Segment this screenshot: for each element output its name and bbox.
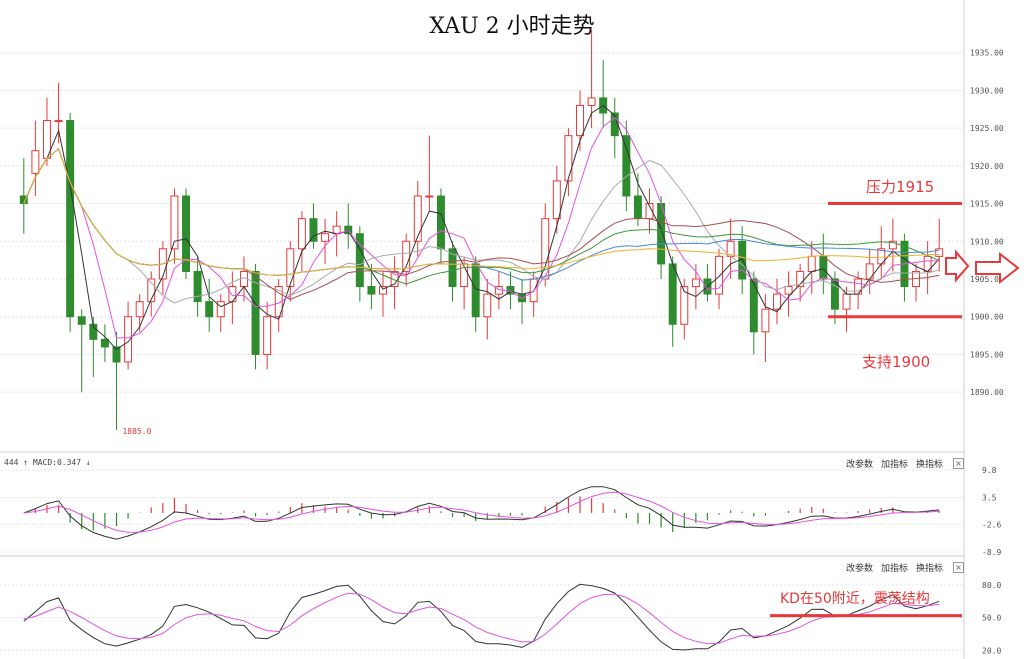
candle-body — [935, 248, 944, 257]
candle-body — [842, 293, 851, 310]
candle-body — [425, 195, 434, 198]
candle-body — [367, 286, 376, 295]
macd-btn-add[interactable]: 加指标 — [881, 457, 908, 470]
candle-body — [865, 263, 874, 280]
price-axis: 1935.00 1930.00 1925.00 1920.00 1915.00 1910.… — [970, 49, 1004, 398]
candle-body — [807, 255, 816, 272]
candle-body — [854, 278, 863, 295]
candle-body — [761, 308, 770, 333]
chart-title: XAU 2 小时走势 — [429, 14, 595, 39]
candle-body — [622, 135, 631, 197]
macd-btn-switch[interactable]: 换指标 — [916, 457, 943, 470]
resistance-annotation: 压力1915 — [866, 178, 935, 196]
kd-btn-params[interactable]: 改参数 — [846, 561, 873, 574]
ma-lines — [23, 104, 940, 351]
grid — [0, 0, 965, 659]
candle-body — [100, 338, 109, 348]
candle-body — [77, 316, 86, 325]
candle-body — [587, 97, 596, 106]
candle-body — [633, 195, 642, 220]
macd-label: 444 ↑ MACD:0.347 ↓ — [4, 458, 91, 467]
candle-body — [263, 316, 272, 355]
kd-annotation: KD在50附近，震荡结构 — [780, 591, 930, 607]
price-tick: 1900.00 — [970, 313, 1004, 322]
candle-body — [413, 195, 422, 242]
candle-body — [228, 286, 237, 303]
candle-body — [54, 120, 63, 123]
candle-body — [297, 218, 306, 250]
candle-body — [471, 263, 480, 318]
ma-line — [23, 116, 940, 339]
arrow-right-icon — [945, 249, 970, 283]
candle-body — [518, 293, 527, 303]
macd-tick: 3.5 — [982, 494, 997, 503]
candle-body — [66, 120, 75, 318]
kd-btn-switch[interactable]: 换指标 — [916, 561, 943, 574]
support-annotation: 支持1900 — [862, 353, 931, 371]
low-label: 1885.0 — [122, 427, 151, 436]
candle-body — [819, 255, 828, 280]
price-tick: 1915.00 — [970, 200, 1004, 209]
levels — [828, 202, 1020, 319]
candle-body — [773, 293, 781, 310]
macd-tick: 9.8 — [982, 466, 997, 475]
price-tick: 1930.00 — [970, 86, 1004, 95]
ma-line — [23, 104, 940, 351]
candle-body — [552, 180, 561, 220]
candle-body — [784, 286, 793, 295]
candle-body — [564, 135, 573, 182]
price-tick: 1925.00 — [970, 124, 1004, 133]
price-tick: 1920.00 — [970, 162, 1004, 171]
macd-tick: -8.9 — [982, 548, 1001, 557]
candle-body — [216, 301, 225, 318]
price-tick: 1905.00 — [970, 275, 1004, 284]
kd-tick: 50.0 — [982, 614, 1001, 623]
price-tick: 1895.00 — [970, 350, 1004, 359]
candle-body — [576, 104, 584, 137]
price-tick: 1935.00 — [970, 49, 1004, 58]
macd-dea — [23, 491, 940, 533]
candle-body — [309, 218, 318, 242]
macd-panel: 9.8 3.5 -2.6 -8.9 — [0, 466, 1001, 557]
candle-body — [321, 233, 330, 242]
price-tick: 1910.00 — [970, 237, 1004, 246]
candle-body — [668, 263, 677, 325]
candle-body — [135, 301, 144, 318]
candle-body — [205, 301, 214, 318]
kd-close-icon[interactable]: × — [953, 562, 964, 573]
macd-btn-params[interactable]: 改参数 — [846, 457, 873, 470]
macd-tick: -2.6 — [982, 520, 1001, 529]
candle-body — [344, 225, 353, 235]
price-tick: 1890.00 — [970, 388, 1004, 397]
candle-body — [31, 150, 40, 174]
candle-body — [483, 293, 492, 318]
kd-tick: 80.0 — [982, 581, 1001, 590]
kd-btn-add[interactable]: 加指标 — [881, 561, 908, 574]
macd-close-icon[interactable]: × — [953, 458, 964, 469]
macd-dif — [23, 486, 940, 540]
kd-tick: 20.0 — [982, 646, 1001, 655]
candle-body — [436, 195, 445, 250]
candle-body — [286, 248, 295, 288]
candle-body — [691, 278, 700, 288]
candle-body — [749, 278, 758, 333]
